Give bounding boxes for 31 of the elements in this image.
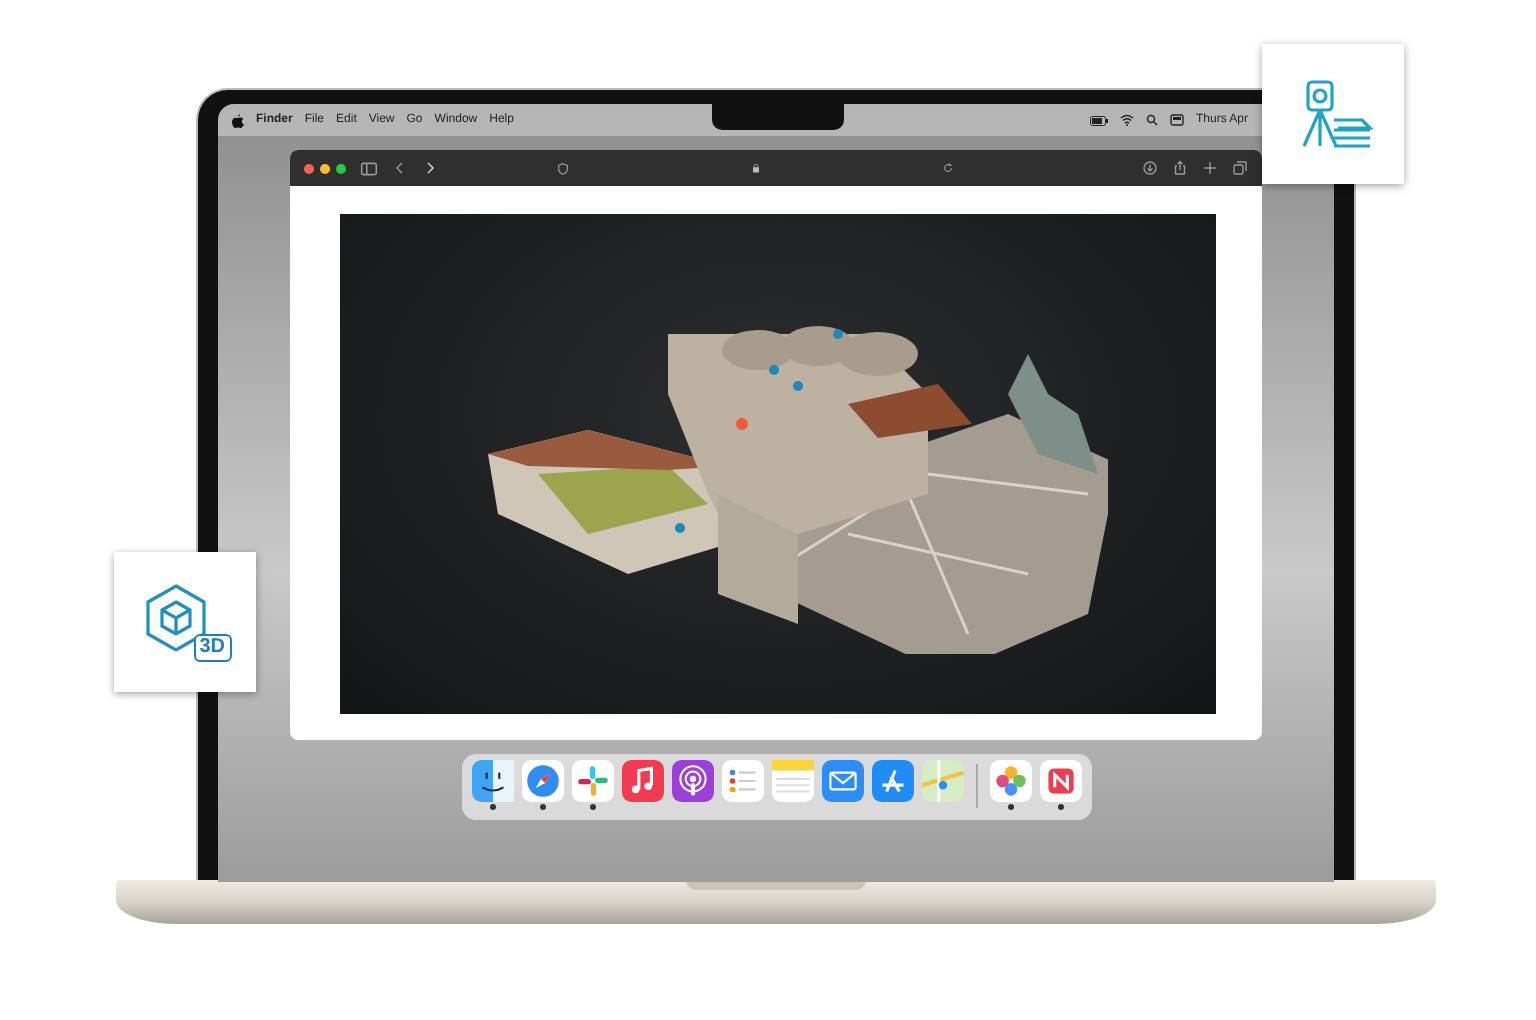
reload-icon[interactable] [942,162,954,174]
sidebar-icon[interactable] [360,159,378,177]
zoom-button[interactable] [336,163,346,173]
close-button[interactable] [304,163,314,173]
forward-icon[interactable] [422,160,438,176]
back-icon[interactable] [392,160,408,176]
app-store-icon[interactable] [871,760,913,802]
tabs-overview-icon[interactable] [1232,160,1248,176]
wifi-icon[interactable] [1119,114,1134,126]
shield-icon[interactable] [556,161,570,175]
hash-icon[interactable] [571,760,613,802]
flower-icon[interactable] [989,760,1031,802]
3d-label: 3D [193,634,231,662]
3d-viewer[interactable] [340,214,1216,714]
envelope-icon[interactable] [821,760,863,802]
control-center-icon[interactable] [1169,114,1184,126]
music-note-icon[interactable] [621,760,663,802]
news-icon[interactable] [1039,760,1081,802]
new-tab-icon[interactable] [1202,160,1218,176]
download-icon[interactable] [1142,160,1158,176]
list-icon[interactable] [721,760,763,802]
podcast-icon[interactable] [671,760,713,802]
minimize-button[interactable] [320,163,330,173]
lock-icon[interactable] [750,162,762,174]
camera-notch [712,104,844,130]
map-icon[interactable] [921,760,963,802]
finder-icon[interactable] [471,760,513,802]
battery-icon[interactable] [1089,115,1108,125]
apple-logo-icon[interactable] [232,113,244,127]
share-icon[interactable] [1172,160,1188,176]
search-icon[interactable] [1145,114,1158,126]
